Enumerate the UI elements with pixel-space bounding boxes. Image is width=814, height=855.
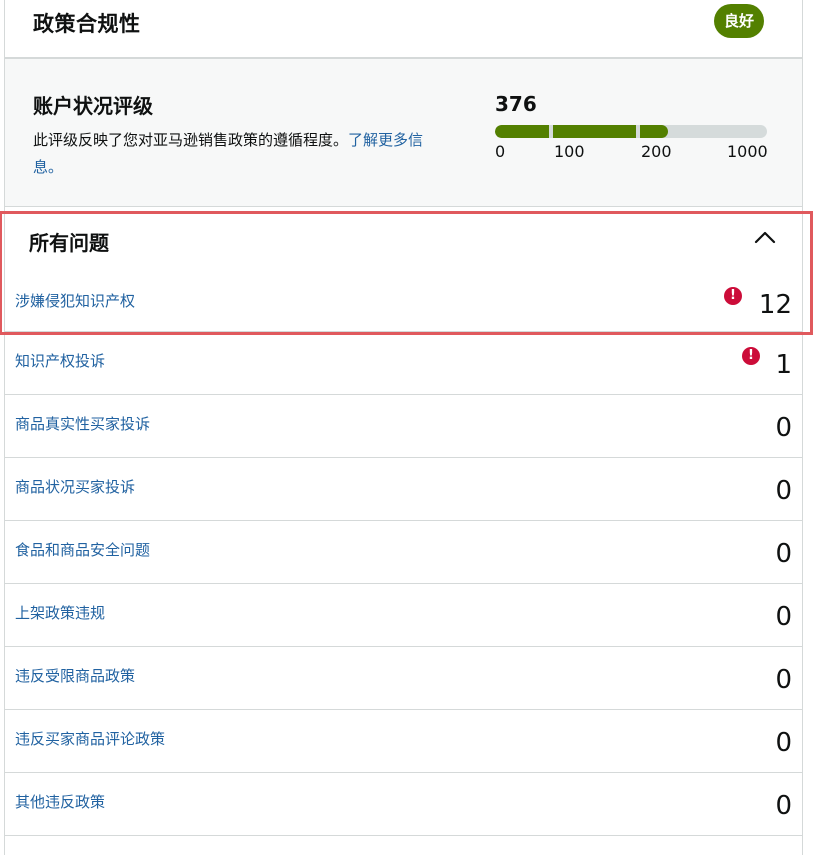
issue-row[interactable]: 其他违反政策 0: [5, 773, 802, 836]
rating-description: 此评级反映了您对亚马逊销售政策的遵循程度。了解更多信息。: [33, 127, 453, 181]
issue-row[interactable]: 知识产权投诉! 1: [5, 332, 802, 395]
issue-count: 0: [775, 413, 792, 443]
issue-link[interactable]: 涉嫌侵犯知识产权: [15, 290, 135, 311]
rating-title: 账户状况评级: [33, 94, 153, 118]
issue-row[interactable]: 食品和商品安全问题 0: [5, 521, 802, 584]
alert-icon: !: [742, 347, 760, 365]
issues-list: 涉嫌侵犯知识产权! 12 知识产权投诉! 1 商品真实性买家投诉 0 商品状况买家投诉 0 食品…: [5, 272, 802, 836]
issue-count: 0: [775, 791, 792, 821]
issue-link[interactable]: 食品和商品安全问题: [15, 539, 150, 560]
rating-tick-100: 100: [554, 142, 585, 161]
issue-link[interactable]: 违反受限商品政策: [15, 665, 135, 686]
all-issues-header[interactable]: 所有问题: [5, 206, 802, 273]
issue-row[interactable]: 商品真实性买家投诉 0: [5, 395, 802, 458]
issue-count: 12: [758, 290, 792, 320]
issue-row[interactable]: 商品状况买家投诉 0: [5, 458, 802, 521]
panel-header: 政策合规性 良好: [5, 0, 802, 59]
issue-count: 1: [775, 350, 792, 380]
policy-compliance-panel: 政策合规性 良好 账户状况评级 此评级反映了您对亚马逊销售政策的遵循程度。了解更…: [4, 0, 803, 855]
rating-tick-200: 200: [641, 142, 672, 161]
all-issues-title: 所有问题: [29, 231, 109, 255]
issue-row[interactable]: 违反受限商品政策 0: [5, 647, 802, 710]
issue-count: 0: [775, 665, 792, 695]
rating-bar-segment-3: [640, 125, 668, 138]
issue-link[interactable]: 违反买家商品评论政策: [15, 728, 165, 749]
rating-progress-bar: [495, 125, 767, 138]
rating-tick-0: 0: [495, 142, 506, 161]
rating-bar-segment-1: [495, 125, 549, 138]
status-badge: 良好: [713, 4, 764, 38]
issue-row[interactable]: 涉嫌侵犯知识产权! 12: [5, 272, 802, 332]
issue-link[interactable]: 商品状况买家投诉: [15, 476, 135, 497]
issue-row[interactable]: 违反买家商品评论政策 0: [5, 710, 802, 773]
rating-bar-segment-2: [553, 125, 636, 138]
issue-count: 0: [775, 476, 792, 506]
account-health-rating: 账户状况评级 此评级反映了您对亚马逊销售政策的遵循程度。了解更多信息。 376 …: [5, 59, 802, 206]
issue-link[interactable]: 商品真实性买家投诉: [15, 413, 150, 434]
panel-title: 政策合规性: [33, 12, 141, 36]
chevron-up-icon[interactable]: [752, 225, 778, 251]
issue-count: 0: [775, 602, 792, 632]
rating-score: 376: [495, 92, 537, 116]
issue-link[interactable]: 其他违反政策: [15, 791, 105, 812]
issue-count: 0: [775, 728, 792, 758]
issue-link[interactable]: 知识产权投诉: [15, 350, 105, 371]
alert-icon: !: [724, 287, 742, 305]
issue-link[interactable]: 上架政策违规: [15, 602, 105, 623]
rating-tick-1000: 1000: [727, 142, 768, 161]
issue-row[interactable]: 上架政策违规 0: [5, 584, 802, 647]
issue-count: 0: [775, 539, 792, 569]
rating-description-text: 此评级反映了您对亚马逊销售政策的遵循程度。: [33, 131, 349, 149]
